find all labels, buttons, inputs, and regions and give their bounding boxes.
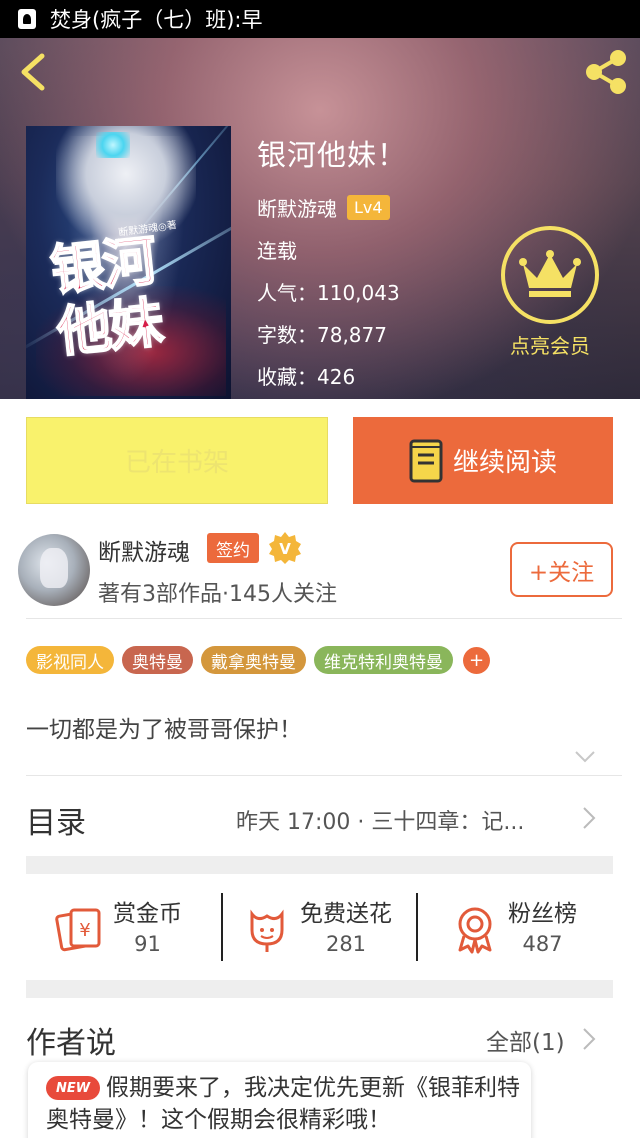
chevron-right-icon: [583, 1028, 596, 1050]
book-detail-page: 焚身(疯子（七）班):早 断默游魂◎著 银河 他妹 银河他妹！ 断默游魂 Lv4…: [0, 0, 640, 1138]
tag-item[interactable]: 影视同人: [26, 646, 114, 674]
book-info: 银河他妹！ 断默游魂 Lv4 连载 人气：110,043 字数：78,877 收…: [257, 138, 407, 390]
cover-title-art: 银河 他妹: [47, 227, 166, 365]
status-bar: 焚身(疯子（七）班):早: [0, 0, 640, 38]
author-name[interactable]: 断默游魂: [98, 533, 190, 567]
stat-reward[interactable]: ¥ 赏金币 91: [55, 893, 182, 965]
book-word-count: 字数：78,877: [257, 323, 387, 347]
reward-coin-icon: ¥: [55, 908, 101, 952]
stat-flowers[interactable]: 免费送花 281: [242, 893, 392, 965]
latest-chapter: 昨天 17:00 · 三十四章：记...: [236, 810, 525, 835]
back-icon[interactable]: [14, 50, 58, 94]
divider: [26, 618, 622, 619]
stat-reward-value: 91: [134, 932, 161, 956]
author-meta: 著有3部作品·145人关注: [98, 582, 337, 607]
notification-icon: [18, 9, 36, 29]
stat-reward-label: 赏金币: [113, 901, 182, 927]
section-gap: [26, 856, 613, 874]
stat-divider: [416, 893, 418, 961]
book-header: 断默游魂◎著 银河 他妹 银河他妹！ 断默游魂 Lv4 连载 人气：110,04…: [0, 38, 640, 399]
divider: [26, 775, 622, 776]
author-says-label: 作者说: [26, 1026, 116, 1061]
svg-text:¥: ¥: [79, 920, 90, 941]
book-status: 连载: [257, 239, 297, 263]
tag-item[interactable]: 奥特曼: [122, 646, 193, 674]
vip-button[interactable]: 点亮会员: [501, 226, 599, 359]
book-author[interactable]: 断默游魂: [257, 193, 337, 222]
author-says-all-label: 全部(1): [486, 1030, 565, 1056]
verified-badge-icon: V: [269, 532, 301, 564]
continue-reading-button[interactable]: 继续阅读: [353, 417, 613, 504]
stat-divider: [221, 893, 223, 961]
author-avatar[interactable]: [18, 534, 90, 606]
flower-icon: [250, 909, 284, 952]
stat-flowers-label: 免费送花: [300, 901, 392, 927]
book-icon: [409, 439, 443, 482]
stat-fans-value: 487: [522, 932, 563, 956]
tag-item[interactable]: 戴拿奥特曼: [201, 646, 306, 674]
svg-text:V: V: [279, 540, 291, 558]
author-note-text: 假期要来了，我决定优先更新《银菲利特奥特曼》！这个假期会很精彩哦！: [46, 1075, 520, 1133]
stat-flowers-value: 281: [325, 932, 367, 956]
fan-ribbon-icon: [458, 907, 492, 954]
chevron-right-icon: [583, 807, 596, 829]
share-icon[interactable]: [580, 46, 632, 98]
author-note-card[interactable]: 假期要来了，我决定优先更新《银菲利特奥特曼》！这个假期会很精彩哦！ NEW: [28, 1062, 531, 1138]
add-tag-button[interactable]: +: [463, 646, 490, 674]
crown-icon: [519, 250, 581, 297]
chevron-down-icon[interactable]: [574, 750, 596, 764]
tag-item[interactable]: 维克特利奥特曼: [314, 646, 453, 674]
book-cover[interactable]: 断默游魂◎著 银河 他妹: [26, 126, 231, 399]
book-popularity: 人气：110,043: [257, 281, 400, 305]
vip-label: 点亮会员: [510, 334, 590, 358]
book-title: 银河他妹！: [257, 138, 408, 172]
book-description: 一切都是为了被哥哥保护！: [26, 717, 302, 743]
section-gap: [26, 980, 613, 998]
stat-fans-label: 粉丝榜: [508, 901, 577, 927]
continue-reading-label: 继续阅读: [452, 448, 557, 478]
stat-fans[interactable]: 粉丝榜 487: [450, 893, 577, 965]
book-favorites: 收藏：426: [257, 365, 356, 389]
level-badge: Lv4: [347, 195, 390, 220]
in-bookshelf-button[interactable]: 已在书架: [26, 417, 328, 504]
catalog-label: 目录: [26, 806, 86, 841]
new-badge: NEW: [46, 1076, 100, 1100]
tag-list: 影视同人 奥特曼 戴拿奥特曼 维克特利奥特曼 +: [26, 646, 490, 674]
signed-badge: 签约: [207, 533, 259, 563]
status-bar-title: 焚身(疯子（七）班):早: [50, 8, 263, 32]
follow-button[interactable]: +关注: [510, 542, 613, 597]
